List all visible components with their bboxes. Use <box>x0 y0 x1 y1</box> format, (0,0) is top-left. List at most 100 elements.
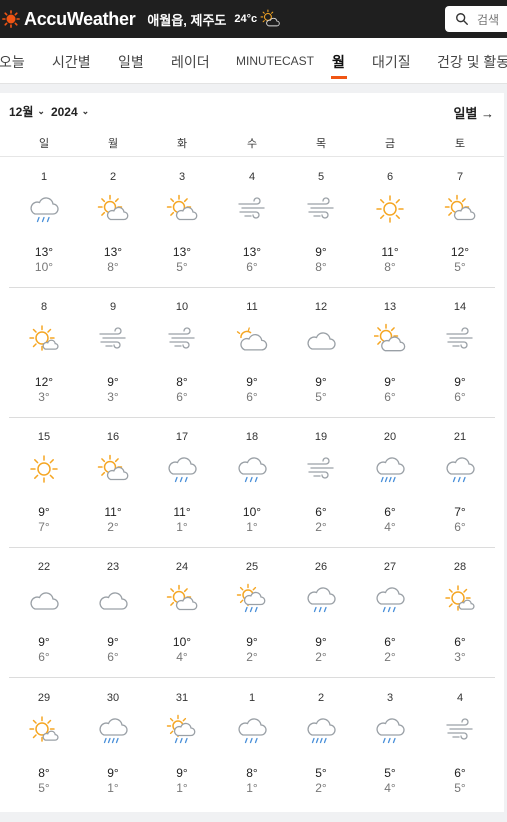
cloud-heavy-rain-icon <box>376 457 405 483</box>
current-location[interactable]: 애월읍, 제주도 <box>147 10 226 29</box>
day-number: 23 <box>106 561 120 573</box>
chevron-down-icon[interactable]: ⌄ <box>82 106 90 117</box>
calendar-day[interactable]: 12 9° 5° <box>291 301 351 431</box>
low-temp: 2° <box>107 520 119 534</box>
calendar-day[interactable]: 20 6° 4° <box>360 431 420 561</box>
current-temperature[interactable]: 24°c <box>234 13 257 25</box>
tab-today[interactable]: 오늘 <box>0 52 25 72</box>
cloud-heavy-rain-icon <box>99 718 128 744</box>
low-temp: 1° <box>176 520 188 534</box>
calendar-day[interactable]: 17 11° 1° <box>152 431 212 561</box>
high-temp: 6° <box>315 505 327 519</box>
calendar-day[interactable]: 3 5° 4° <box>360 692 420 822</box>
high-temp: 9° <box>38 635 50 649</box>
day-number: 2 <box>317 692 325 704</box>
accuweather-logo[interactable]: AccuWeather <box>2 9 136 30</box>
wind-icon <box>446 718 473 740</box>
calendar-week: 1 13° 10° 2 13° 8° 3 13° 5° 4 13° 6° 5 9° 8° 6 11° 8° 7 1… <box>0 171 504 301</box>
calendar-day[interactable]: 29 8° 5° <box>14 692 74 822</box>
calendar-day[interactable]: 13 9° 6° <box>360 301 420 431</box>
low-temp: 2° <box>315 781 327 795</box>
day-number: 16 <box>106 431 120 443</box>
search-placeholder: 검색 <box>477 12 500 27</box>
tab-hourly[interactable]: 시간별 <box>52 52 91 72</box>
partly-sunny-icon <box>97 194 129 221</box>
calendar-day[interactable]: 31 9° 1° <box>152 692 212 822</box>
calendar-day[interactable]: 9 9° 3° <box>83 301 143 431</box>
calendar-day[interactable]: 2 5° 2° <box>291 692 351 822</box>
low-temp: 3° <box>454 650 466 664</box>
sun-rain-icon <box>236 583 266 613</box>
calendar-day[interactable]: 11 9° 6° <box>222 301 282 431</box>
weekday-label: 목 <box>315 138 327 150</box>
high-temp: 12° <box>450 245 470 259</box>
calendar-day[interactable]: 24 10° 4° <box>152 561 212 691</box>
calendar-day[interactable]: 2 13° 8° <box>83 171 143 301</box>
day-number: 13 <box>383 301 397 313</box>
low-temp: 3° <box>38 390 50 404</box>
calendar-day[interactable]: 4 6° 5° <box>430 692 490 822</box>
day-number: 6 <box>386 171 394 183</box>
month-select[interactable]: 12월 <box>9 103 33 120</box>
calendar-day[interactable]: 23 9° 6° <box>83 561 143 691</box>
calendar-day[interactable]: 18 10° 1° <box>222 431 282 561</box>
low-temp: 6° <box>246 260 258 274</box>
calendar-day[interactable]: 25 9° 2° <box>222 561 282 691</box>
calendar-day[interactable]: 4 13° 6° <box>222 171 282 301</box>
calendar-week: 8 12° 3° 9 9° 3° 10 8° 6° 11 9° 6° 12 9° 5° 13 9° 6° 14 … <box>0 301 504 431</box>
high-temp: 11° <box>381 245 399 259</box>
calendar-day[interactable]: 28 6° 3° <box>430 561 490 691</box>
wind-icon <box>446 327 473 349</box>
calendar-day[interactable]: 3 13° 5° <box>152 171 212 301</box>
calendar-day[interactable]: 21 7° 6° <box>430 431 490 561</box>
wind-icon <box>307 197 334 219</box>
tab-air-quality[interactable]: 대기질 <box>372 52 411 72</box>
calendar-day[interactable]: 7 12° 5° <box>430 171 490 301</box>
tab-monthly[interactable]: 월 <box>332 52 345 72</box>
low-temp: 1° <box>107 781 119 795</box>
cloud-rain-icon <box>168 457 197 483</box>
calendar-day[interactable]: 6 11° 8° <box>360 171 420 301</box>
calendar-day[interactable]: 14 9° 6° <box>430 301 490 431</box>
calendar-day[interactable]: 22 9° 6° <box>14 561 74 691</box>
calendar-day[interactable]: 8 12° 3° <box>14 301 74 431</box>
low-temp: 8° <box>315 260 327 274</box>
calendar-day[interactable]: 5 9° 8° <box>291 171 351 301</box>
tab-health-activities[interactable]: 건강 및 활동 <box>437 52 507 72</box>
low-temp: 1° <box>246 781 258 795</box>
calendar-day[interactable]: 15 9° 7° <box>14 431 74 561</box>
day-number: 21 <box>453 431 467 443</box>
calendar-day[interactable]: 30 9° 1° <box>83 692 143 822</box>
calendar-day[interactable]: 10 8° 6° <box>152 301 212 431</box>
calendar-day[interactable]: 19 6° 2° <box>291 431 351 561</box>
day-number: 15 <box>37 431 51 443</box>
day-number: 11 <box>246 301 258 313</box>
tab-minutecast[interactable]: MINUTECAST <box>236 54 314 68</box>
low-temp: 8° <box>107 260 119 274</box>
high-temp: 9° <box>315 635 327 649</box>
low-temp: 6° <box>38 650 50 664</box>
calendar-day[interactable]: 1 8° 1° <box>222 692 282 822</box>
search-box[interactable]: 검색 <box>445 6 507 32</box>
day-number: 10 <box>175 301 189 313</box>
sun-cloud-small-icon <box>29 716 59 742</box>
day-number: 24 <box>175 561 189 573</box>
day-number: 3 <box>386 692 394 704</box>
low-temp: 10° <box>34 260 54 274</box>
day-number: 19 <box>314 431 328 443</box>
calendar-day[interactable]: 16 11° 2° <box>83 431 143 561</box>
year-select[interactable]: 2024 <box>51 105 78 119</box>
calendar-day[interactable]: 1 13° 10° <box>14 171 74 301</box>
calendar-day[interactable]: 26 9° 2° <box>291 561 351 691</box>
chevron-down-icon[interactable]: ⌄ <box>37 106 45 117</box>
high-temp: 10° <box>172 635 192 649</box>
low-temp: 2° <box>315 520 327 534</box>
calendar-day[interactable]: 27 6° 2° <box>360 561 420 691</box>
logo-sun-icon <box>2 10 20 28</box>
low-temp: 2° <box>384 650 396 664</box>
day-number: 4 <box>248 171 256 183</box>
tab-radar[interactable]: 레이더 <box>171 52 210 72</box>
daily-link[interactable]: 일별 → <box>453 103 494 122</box>
day-number: 2 <box>109 171 117 183</box>
tab-daily[interactable]: 일별 <box>118 52 144 72</box>
